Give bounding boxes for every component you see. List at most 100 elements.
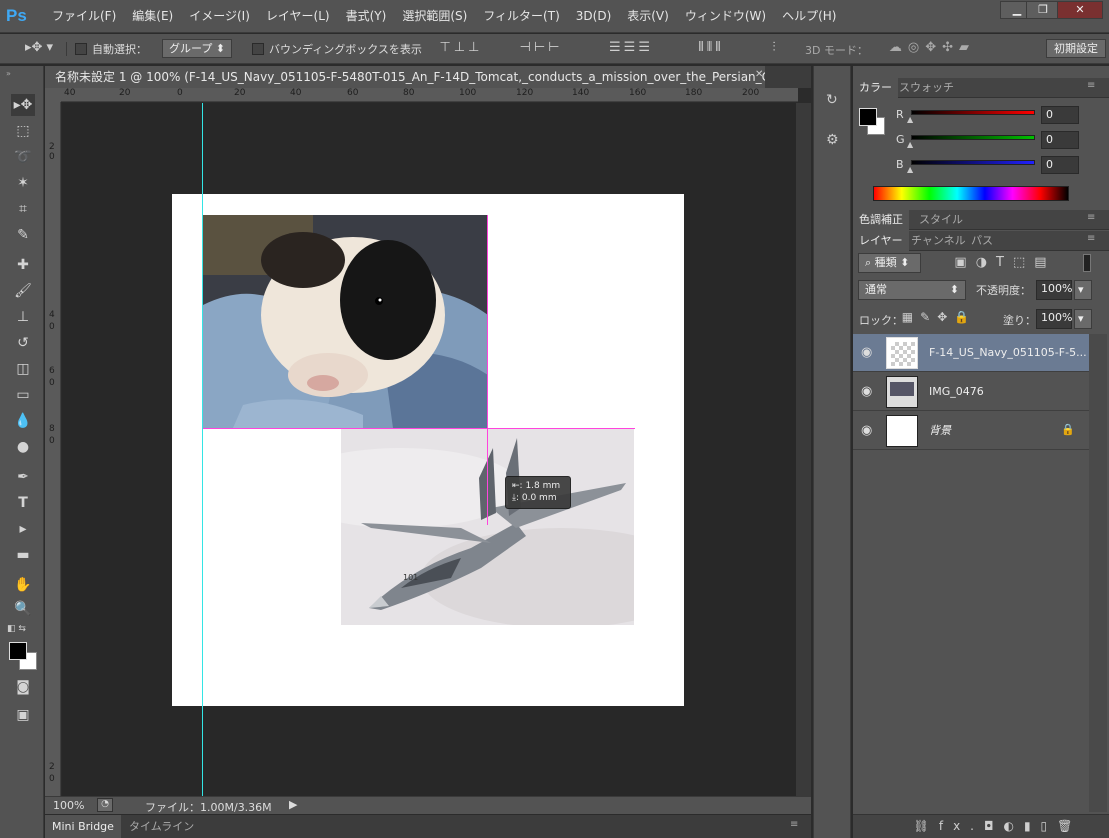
tab-paths[interactable]: パス xyxy=(965,231,999,251)
foreground-color-swatch[interactable] xyxy=(9,642,27,660)
ruler-top[interactable]: 40 20 0 20 40 60 80 100 120 140 160 180 200 xyxy=(61,88,798,102)
tab-adjustments[interactable]: 色調補正 xyxy=(853,210,909,230)
gradient-tool-icon[interactable]: ▭ xyxy=(11,384,35,406)
workspace-switcher[interactable]: 初期設定 xyxy=(1046,39,1106,58)
channel-slider-b[interactable] xyxy=(911,160,1035,165)
guinea-pig-image[interactable] xyxy=(203,215,488,428)
color-fg-swatch[interactable] xyxy=(859,108,877,126)
panel-menu-icon[interactable]: ≡ xyxy=(790,819,798,830)
marquee-tool-icon[interactable]: ⬚ xyxy=(11,120,35,142)
menu-item-7[interactable]: 3D(D) xyxy=(568,0,619,33)
color-panel-menu-icon[interactable]: ≡ xyxy=(1087,80,1095,91)
shape-tool-icon[interactable]: ▬ xyxy=(11,544,35,566)
visibility-eye-icon[interactable]: ◉ xyxy=(861,345,872,360)
layer-name[interactable]: F-14_US_Navy_051105-F-5... xyxy=(929,334,1087,372)
dodge-tool-icon[interactable]: ● xyxy=(11,436,35,458)
move-tool-icon[interactable]: ▸✥ xyxy=(11,94,35,116)
fill-input[interactable]: 100% xyxy=(1036,309,1072,329)
guide-vertical[interactable] xyxy=(202,103,203,796)
ruler-origin[interactable] xyxy=(45,88,61,102)
tab-timeline[interactable]: タイムライン xyxy=(123,815,200,838)
slider-handle-icon[interactable]: ▲ xyxy=(907,115,913,124)
document-tab[interactable]: 名称未設定 1 @ 100% (F-14_US_Navy_051105-F-54… xyxy=(45,66,765,88)
blur-tool-icon[interactable]: 💧 xyxy=(11,410,35,432)
eyedropper-tool-icon[interactable]: ✎ xyxy=(11,224,35,246)
distribute-horizontal-icons[interactable]: ⫴⫴⫴ xyxy=(676,40,746,55)
layer-name[interactable]: 背景 xyxy=(929,412,951,450)
menu-item-10[interactable]: ヘルプ(H) xyxy=(774,0,844,33)
visibility-eye-icon[interactable]: ◉ xyxy=(861,423,872,438)
lasso-tool-icon[interactable]: ➰ xyxy=(11,146,35,168)
layer-row-img0476[interactable]: ◉ IMG_0476 xyxy=(853,373,1089,411)
auto-align-icon[interactable]: ⫶ xyxy=(764,40,784,55)
menu-item-1[interactable]: 編集(E) xyxy=(124,0,181,33)
status-arrow-icon[interactable]: ▶ xyxy=(289,798,297,811)
menu-item-5[interactable]: 選択範囲(S) xyxy=(394,0,475,33)
menu-item-3[interactable]: レイヤー(L) xyxy=(258,0,338,33)
tab-styles[interactable]: スタイル xyxy=(913,210,969,230)
auto-select-checkbox[interactable] xyxy=(75,43,87,55)
tab-layers[interactable]: レイヤー xyxy=(853,231,909,251)
layers-scrollbar[interactable] xyxy=(1089,334,1107,812)
layer-filter-icons[interactable]: ▣◑T⬚▤ xyxy=(945,255,1065,270)
auto-select-dropdown[interactable]: グループ ⬍ xyxy=(162,39,232,58)
restore-button[interactable]: ❐ xyxy=(1026,1,1060,19)
tab-swatches[interactable]: スウォッチ xyxy=(893,78,960,98)
brush-tool-icon[interactable]: 🖌 xyxy=(11,280,35,302)
layer-actions-icons[interactable]: ⛓fx.◘◐▮▯🗑 xyxy=(898,819,1098,833)
type-tool-icon[interactable]: T xyxy=(11,492,35,514)
tab-mini-bridge[interactable]: Mini Bridge xyxy=(45,815,121,838)
menu-item-6[interactable]: フィルター(T) xyxy=(475,0,567,33)
move-tool-preset-icon[interactable]: ▸✥ ▾ xyxy=(24,40,54,55)
menu-item-0[interactable]: ファイル(F) xyxy=(44,0,124,33)
channel-value-g[interactable]: 0 xyxy=(1041,131,1079,149)
hand-tool-icon[interactable]: ✋ xyxy=(11,574,35,596)
filter-toggle[interactable] xyxy=(1083,254,1091,272)
history-brush-tool-icon[interactable]: ↺ xyxy=(11,332,35,354)
menu-item-4[interactable]: 書式(Y) xyxy=(338,0,395,33)
mode-3d-icons[interactable]: ☁◎✥✣▰ xyxy=(872,40,992,55)
eraser-tool-icon[interactable]: ◫ xyxy=(11,358,35,380)
close-button[interactable]: ✕ xyxy=(1057,1,1103,19)
vertical-scrollbar[interactable] xyxy=(796,103,811,796)
document-close-icon[interactable]: ✕ xyxy=(755,69,763,80)
channel-slider-g[interactable] xyxy=(911,135,1035,140)
slider-handle-icon[interactable]: ▲ xyxy=(907,165,913,174)
layer-row-f14[interactable]: ◉ F-14_US_Navy_051105-F-5... xyxy=(853,334,1089,372)
opacity-input[interactable]: 100% xyxy=(1036,280,1072,300)
slider-handle-icon[interactable]: ▲ xyxy=(907,140,913,149)
color-spectrum[interactable] xyxy=(873,186,1069,201)
channel-slider-r[interactable] xyxy=(911,110,1035,115)
canvas-area[interactable]: 101 ⇤: 1.8 mm ⤓: 0.0 mm xyxy=(62,103,796,796)
collapse-icon[interactable]: » xyxy=(6,69,11,78)
stamp-tool-icon[interactable]: ⊥ xyxy=(11,306,35,328)
status-options-icon[interactable]: ◔ xyxy=(97,798,113,812)
screen-mode-icon[interactable]: ▣ xyxy=(11,704,35,726)
distribute-vertical-icons[interactable]: ☰☰☰ xyxy=(596,40,666,55)
menu-item-9[interactable]: ウィンドウ(W) xyxy=(677,0,774,33)
layer-name[interactable]: IMG_0476 xyxy=(929,373,984,411)
menu-item-8[interactable]: 表示(V) xyxy=(619,0,677,33)
ruler-left[interactable]: 2040608020 xyxy=(45,102,61,797)
history-panel-icon[interactable]: ↻ xyxy=(826,92,838,108)
tab-color[interactable]: カラー xyxy=(853,78,898,98)
visibility-eye-icon[interactable]: ◉ xyxy=(861,384,872,399)
align-vertical-icons[interactable]: ⊤⊥⊥ xyxy=(426,40,496,55)
layers-panel-menu-icon[interactable]: ≡ xyxy=(1087,233,1095,244)
layer-filter-dropdown[interactable]: ⌕ 種類 ⬍ xyxy=(858,253,921,273)
bounding-box-checkbox[interactable] xyxy=(252,43,264,55)
default-colors-icon[interactable]: ◧ ⇆ xyxy=(7,624,26,634)
magic-wand-tool-icon[interactable]: ✶ xyxy=(11,172,35,194)
properties-panel-icon[interactable]: ⚙ xyxy=(826,132,839,148)
healing-brush-tool-icon[interactable]: ✚ xyxy=(11,254,35,276)
fill-dropdown-icon[interactable]: ▾ xyxy=(1074,309,1092,329)
zoom-tool-icon[interactable]: 🔍 xyxy=(11,598,35,620)
path-selection-tool-icon[interactable]: ▸ xyxy=(11,518,35,540)
layer-row-background[interactable]: ◉ 背景 🔒 xyxy=(853,412,1089,450)
align-horizontal-icons[interactable]: ⊣⊢⊢ xyxy=(506,40,576,55)
crop-tool-icon[interactable]: ⌗ xyxy=(11,198,35,220)
channel-value-b[interactable]: 0 xyxy=(1041,156,1079,174)
opacity-dropdown-icon[interactable]: ▾ xyxy=(1074,280,1092,300)
adjustments-panel-menu-icon[interactable]: ≡ xyxy=(1087,212,1095,223)
zoom-level[interactable]: 100% xyxy=(53,799,84,812)
